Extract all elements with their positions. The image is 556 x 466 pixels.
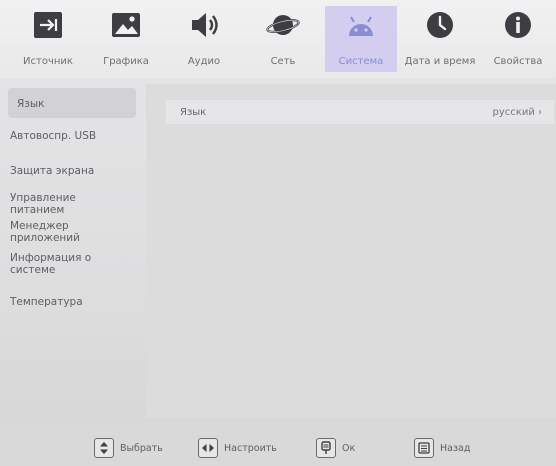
sidebar-item-language[interactable]: Язык xyxy=(8,88,136,118)
ok-button-icon xyxy=(316,438,336,458)
sidebar-item-usb-autoplay[interactable]: Автовоспр. USB xyxy=(10,130,140,142)
sidebar-item-label: Язык xyxy=(17,98,45,110)
clock-icon xyxy=(427,12,453,38)
globe-planet-icon xyxy=(266,15,300,35)
tab-label: Дата и время xyxy=(404,56,476,67)
language-setting-label: Язык xyxy=(180,107,207,118)
image-icon xyxy=(112,13,140,37)
hint-label: Настроить xyxy=(224,443,277,454)
sidebar-item-label: Температура xyxy=(10,296,83,308)
sidebar-item-label: Менеджер приложений xyxy=(10,220,80,244)
hint-label: Назад xyxy=(440,443,471,454)
leftright-arrows-icon xyxy=(198,438,218,458)
tab-picture[interactable]: Графика xyxy=(90,6,162,72)
back-menu-icon xyxy=(414,438,434,458)
sidebar-item-label: Защита экрана xyxy=(10,165,95,177)
tab-label: Сеть xyxy=(270,56,296,67)
input-source-icon xyxy=(34,12,62,38)
sidebar-item-temperature[interactable]: Температура xyxy=(10,296,140,308)
tab-label: Графика xyxy=(103,56,149,67)
sidebar-item-label: Управление питанием xyxy=(10,192,76,216)
hint-label: Ок xyxy=(342,443,356,454)
sidebar-item-label: Автовоспр. USB xyxy=(10,130,97,142)
tab-source[interactable]: Источник xyxy=(12,6,84,72)
tab-properties[interactable]: Свойства xyxy=(482,6,554,72)
tab-system[interactable]: Система xyxy=(325,6,397,72)
top-tab-bar: Источник Графика Аудио Сеть Система Дата… xyxy=(0,0,556,78)
sidebar-item-system-info[interactable]: Информация о системе xyxy=(10,252,110,276)
tab-label: Система xyxy=(338,56,384,67)
speaker-icon xyxy=(192,13,218,37)
bottom-hint-bar: Выбрать Настроить Ок Назад xyxy=(0,426,556,466)
info-icon xyxy=(505,12,531,38)
tab-network[interactable]: Сеть xyxy=(247,6,319,72)
settings-content-panel: Язык русский › xyxy=(146,84,556,418)
sidebar-item-power-management[interactable]: Управление питанием xyxy=(10,192,110,216)
hint-label: Выбрать xyxy=(120,443,163,454)
tab-label: Аудио xyxy=(187,56,221,67)
sidebar-item-screen-protection[interactable]: Защита экрана xyxy=(10,165,140,177)
android-icon xyxy=(349,16,373,36)
tab-label: Свойства xyxy=(493,56,543,67)
language-setting-row[interactable]: Язык русский › xyxy=(166,100,554,124)
tab-audio[interactable]: Аудио xyxy=(168,6,240,72)
tv-settings-screen: Источник Графика Аудио Сеть Система Дата… xyxy=(0,0,556,466)
updown-arrows-icon xyxy=(94,438,114,458)
tab-label: Источник xyxy=(23,56,73,67)
sidebar-item-label: Информация о системе xyxy=(10,252,92,276)
tab-datetime[interactable]: Дата и время xyxy=(401,6,479,72)
sidebar-menu: Язык Автовоспр. USB Защита экрана Управл… xyxy=(8,84,138,414)
sidebar-item-app-manager[interactable]: Менеджер приложений xyxy=(10,220,110,244)
language-setting-value: русский › xyxy=(492,107,542,118)
